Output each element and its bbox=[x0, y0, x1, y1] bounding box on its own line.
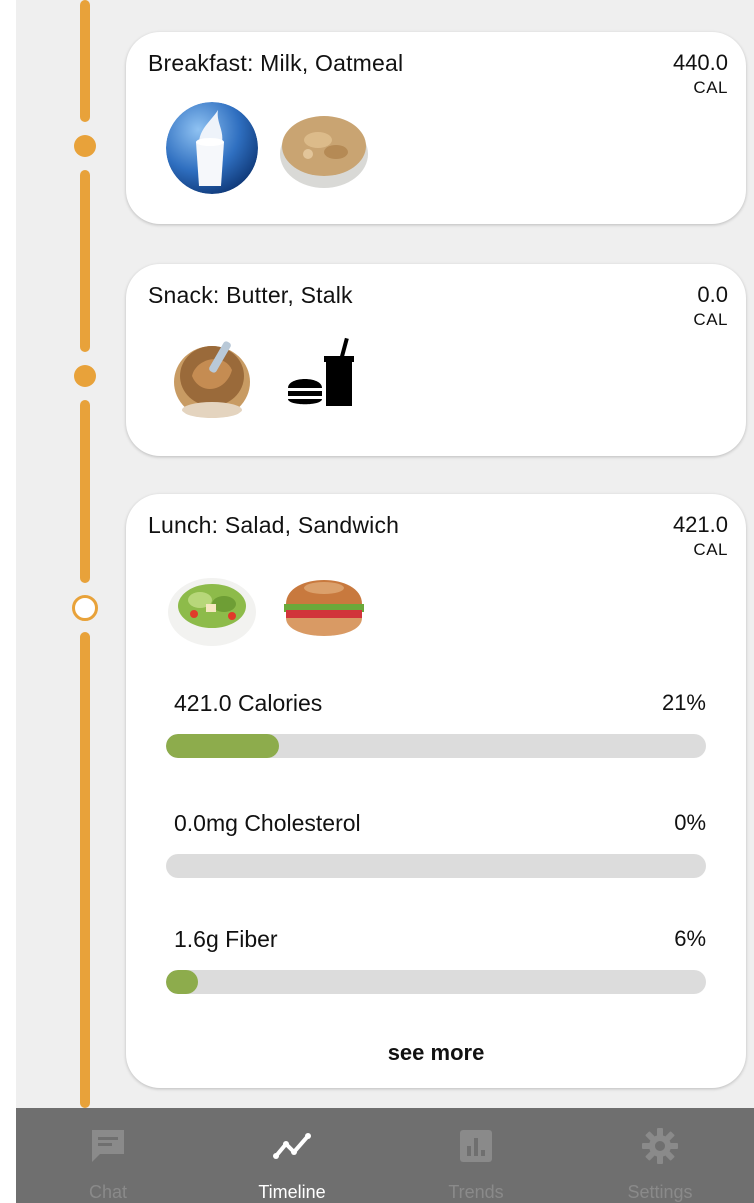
meal-title: Breakfast: Milk, Oatmeal bbox=[148, 50, 404, 76]
tab-label: Trends bbox=[448, 1182, 504, 1202]
bottom-nav: Chat Timeline Trends Settings bbox=[16, 1108, 754, 1203]
progress-bar bbox=[166, 970, 706, 994]
calorie-summary: 421.0 CAL bbox=[673, 512, 728, 560]
chat-icon bbox=[92, 1130, 124, 1162]
progress-bar bbox=[166, 854, 706, 878]
fast-food-icon bbox=[278, 330, 370, 422]
timeline-line bbox=[80, 0, 90, 122]
timeline-dot-snack[interactable] bbox=[74, 365, 96, 387]
calorie-value: 0.0 bbox=[697, 282, 728, 307]
calorie-value: 440.0 bbox=[672, 50, 728, 75]
tab-label: Settings bbox=[627, 1182, 693, 1202]
trends-icon bbox=[460, 1130, 492, 1162]
calorie-summary: 0.0 CAL bbox=[693, 282, 728, 330]
nutrient-label: 1.6g Fiber bbox=[174, 926, 278, 952]
sandwich-image bbox=[278, 560, 370, 652]
meal-title: Snack: Butter, Stalk bbox=[148, 282, 353, 308]
tab-trends[interactable]: Trends bbox=[384, 1108, 568, 1203]
tab-settings[interactable]: Settings bbox=[568, 1108, 752, 1203]
meal-title: Lunch: Salad, Sandwich bbox=[148, 512, 400, 538]
progress-bar-fill bbox=[166, 970, 199, 994]
timeline-icon bbox=[273, 1133, 311, 1159]
timeline-line bbox=[80, 170, 90, 352]
timeline-line bbox=[80, 400, 90, 583]
nutrient-label: 421.0 Calories bbox=[174, 690, 323, 716]
see-more-button[interactable]: see more bbox=[126, 1040, 746, 1066]
calorie-unit: CAL bbox=[693, 540, 728, 559]
butter-image bbox=[166, 330, 258, 422]
calorie-summary: 440.0 CAL bbox=[673, 50, 728, 98]
timeline-dot-lunch[interactable] bbox=[72, 595, 98, 621]
milk-image bbox=[166, 102, 258, 194]
app-screen: Breakfast: Milk, Oatmeal 440.0 CAL Snack… bbox=[16, 0, 754, 1203]
progress-bar bbox=[166, 734, 706, 758]
progress-bar-fill bbox=[166, 734, 280, 758]
calorie-value: 421.0 bbox=[672, 512, 728, 537]
tab-label: Timeline bbox=[258, 1182, 326, 1202]
oatmeal-image bbox=[278, 102, 370, 194]
nutrient-label: 0.0mg Cholesterol bbox=[174, 810, 361, 836]
meal-card-breakfast[interactable]: Breakfast: Milk, Oatmeal 440.0 CAL bbox=[126, 32, 746, 224]
nutrient-percent: 21% bbox=[661, 690, 706, 715]
tab-label: Chat bbox=[88, 1182, 128, 1202]
nutrient-percent: 6% bbox=[674, 926, 706, 951]
tab-chat[interactable]: Chat bbox=[16, 1108, 200, 1203]
nutrient-percent: 0% bbox=[674, 810, 706, 835]
salad-image bbox=[166, 560, 258, 652]
calorie-unit: CAL bbox=[693, 78, 728, 97]
tab-timeline[interactable]: Timeline bbox=[200, 1108, 384, 1203]
timeline-line bbox=[80, 632, 90, 1108]
calorie-unit: CAL bbox=[693, 310, 728, 329]
meal-card-lunch[interactable]: Lunch: Salad, Sandwich 421.0 CAL 421.0 C… bbox=[126, 494, 746, 1088]
meal-card-snack[interactable]: Snack: Butter, Stalk 0.0 CAL bbox=[126, 264, 746, 456]
gear-icon bbox=[642, 1128, 678, 1164]
timeline-dot-breakfast[interactable] bbox=[74, 135, 96, 157]
